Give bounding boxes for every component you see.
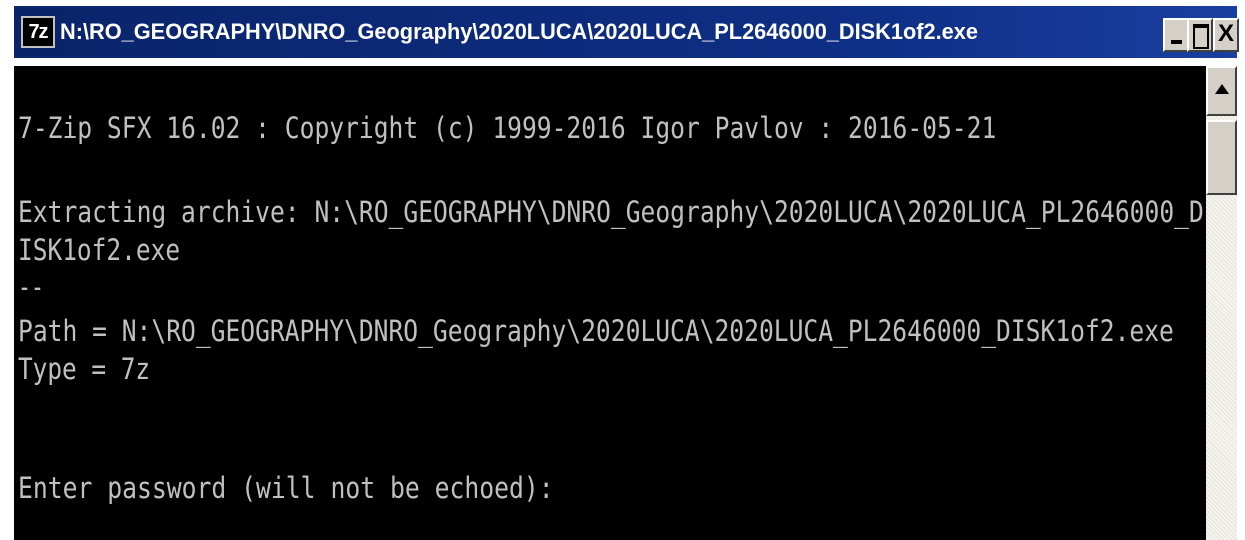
console-line-password-prompt: Enter password (will not be echoed):: [18, 471, 554, 505]
maximize-button[interactable]: [1187, 18, 1213, 52]
console-line-extracting: Extracting archive: N:\RO_GEOGRAPHY\DNRO…: [18, 195, 1204, 229]
minimize-button[interactable]: [1163, 18, 1189, 52]
console-output[interactable]: 7-Zip SFX 16.02 : Copyright (c) 1999-201…: [14, 66, 1206, 540]
close-button[interactable]: X: [1213, 18, 1239, 52]
console-window: 7z N:\RO_GEOGRAPHY\DNRO_Geography\2020LU…: [0, 0, 1245, 540]
title-bar[interactable]: 7z N:\RO_GEOGRAPHY\DNRO_Geography\2020LU…: [14, 6, 1239, 58]
7zip-app-icon[interactable]: 7z: [21, 16, 55, 48]
console-line-path: Path = N:\RO_GEOGRAPHY\DNRO_Geography\20…: [18, 314, 1174, 348]
scroll-thumb[interactable]: [1206, 120, 1237, 195]
console-line-separator: --: [18, 270, 44, 304]
console-line-type: Type = 7z: [18, 352, 151, 386]
scroll-up-button[interactable]: [1206, 66, 1237, 116]
window-title: N:\RO_GEOGRAPHY\DNRO_Geography\2020LUCA\…: [60, 19, 978, 44]
console-line-extracting-cont: ISK1of2.exe: [18, 233, 181, 267]
console-line-copyright: 7-Zip SFX 16.02 : Copyright (c) 1999-201…: [18, 111, 997, 145]
close-icon: X: [1217, 20, 1234, 47]
vertical-scrollbar[interactable]: [1206, 66, 1237, 540]
